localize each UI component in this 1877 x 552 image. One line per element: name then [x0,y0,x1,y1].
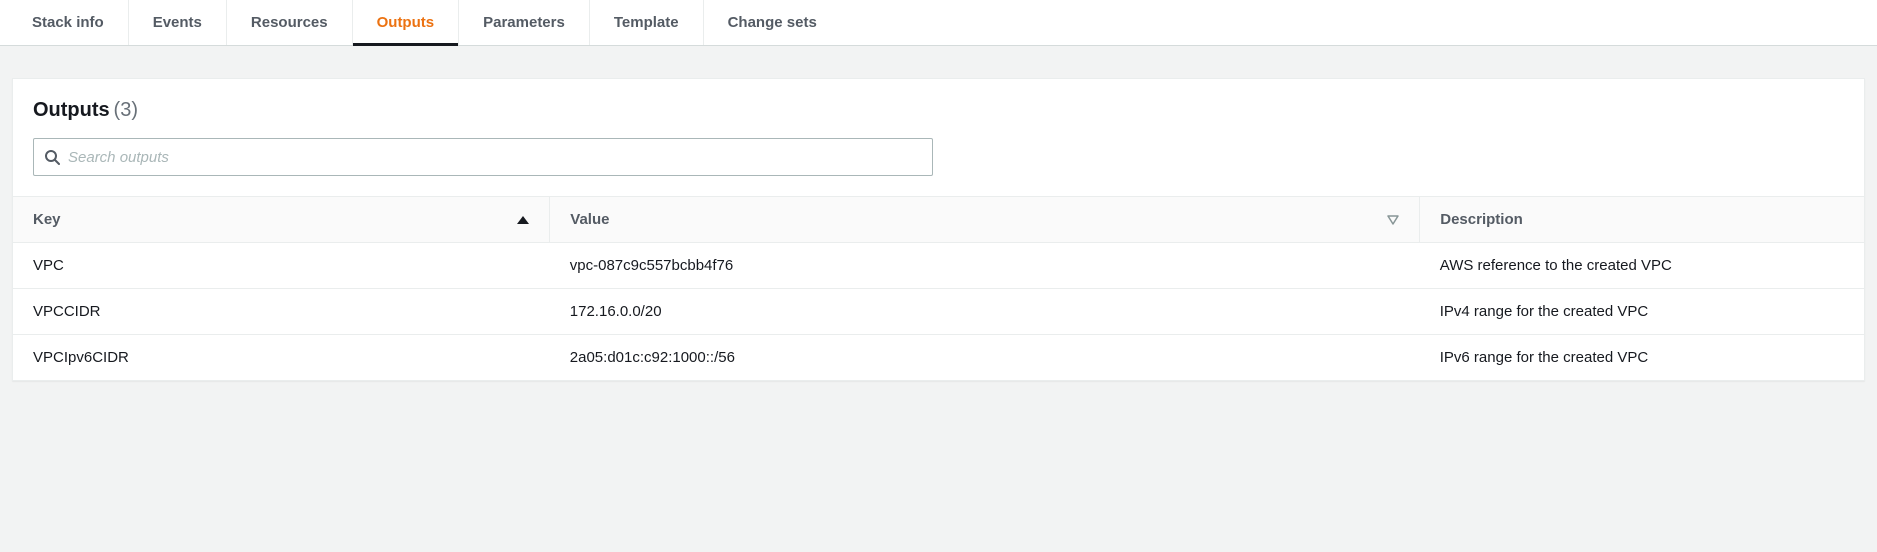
cell-key: VPCCIDR [13,289,550,335]
panel-header: Outputs (3) [13,79,1864,138]
tab-stack-info[interactable]: Stack info [8,0,129,45]
tab-change-sets[interactable]: Change sets [704,0,841,45]
cell-description: IPv6 range for the created VPC [1420,335,1864,381]
panel-count: (3) [114,99,138,121]
search-input[interactable] [60,143,922,172]
column-header-value-label: Value [570,211,609,228]
tab-template[interactable]: Template [590,0,704,45]
tab-resources[interactable]: Resources [227,0,353,45]
table-row: VPCCIDR 172.16.0.0/20 IPv4 range for the… [13,289,1864,335]
column-header-description[interactable]: Description [1420,197,1864,243]
cell-key: VPC [13,243,550,289]
search-wrap [13,138,1864,196]
column-header-value[interactable]: Value [550,197,1420,243]
search-icon [44,149,60,165]
sort-icon [1387,215,1399,225]
column-header-key[interactable]: Key [13,197,550,243]
search-box[interactable] [33,138,933,176]
tab-parameters[interactable]: Parameters [459,0,590,45]
outputs-panel: Outputs (3) Key [12,78,1865,381]
column-header-key-label: Key [33,211,61,228]
column-header-description-label: Description [1440,211,1523,228]
cell-key: VPCIpv6CIDR [13,335,550,381]
tab-outputs[interactable]: Outputs [353,0,460,45]
outputs-table: Key Value Description [13,196,1864,380]
cell-description: AWS reference to the created VPC [1420,243,1864,289]
panel-title: Outputs [33,99,110,121]
cell-description: IPv4 range for the created VPC [1420,289,1864,335]
cell-value: 172.16.0.0/20 [550,289,1420,335]
tab-events[interactable]: Events [129,0,227,45]
sort-asc-icon [517,216,529,224]
table-row: VPC vpc-087c9c557bcbb4f76 AWS reference … [13,243,1864,289]
cell-value: vpc-087c9c557bcbb4f76 [550,243,1420,289]
table-row: VPCIpv6CIDR 2a05:d01c:c92:1000::/56 IPv6… [13,335,1864,381]
cell-value: 2a05:d01c:c92:1000::/56 [550,335,1420,381]
tab-bar: Stack info Events Resources Outputs Para… [0,0,1877,46]
